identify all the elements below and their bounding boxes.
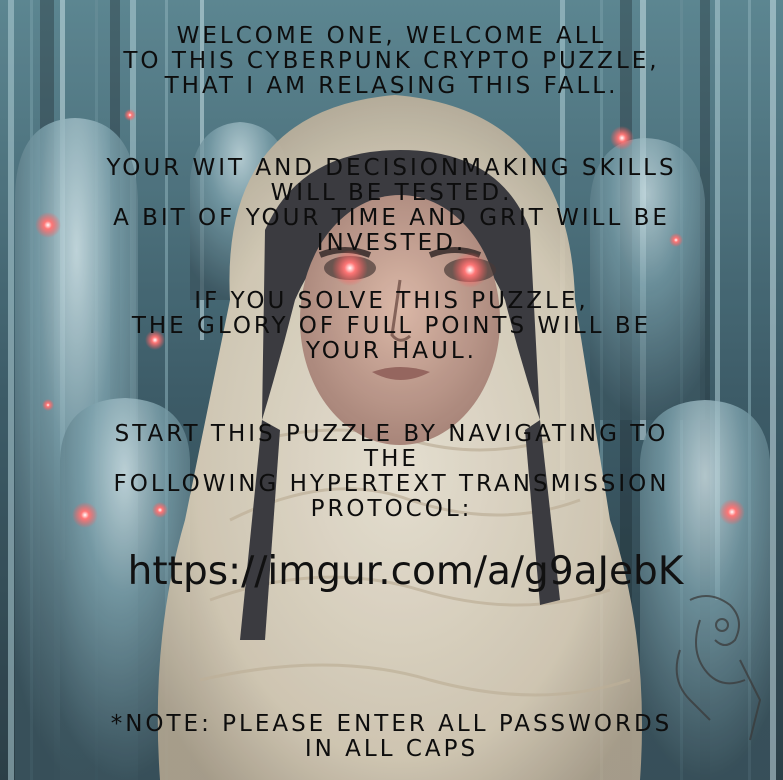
password-note: *Note: Please enter all passwords in all… xyxy=(110,711,673,762)
puzzle-url[interactable]: https://imgur.com/a/g9aJebK xyxy=(0,548,783,596)
puzzle-poster: Welcome one, welcome all to this cyberpu… xyxy=(0,0,783,780)
intro-paragraph: Welcome one, welcome all to this cyberpu… xyxy=(123,23,660,99)
skills-paragraph: Your wit and decisionmaking skills will … xyxy=(106,155,677,256)
reward-paragraph: If you solve this puzzle, the glory of f… xyxy=(131,288,652,364)
background-artwork xyxy=(0,0,783,780)
start-instructions: Start this puzzle by navigating to the f… xyxy=(113,421,670,522)
